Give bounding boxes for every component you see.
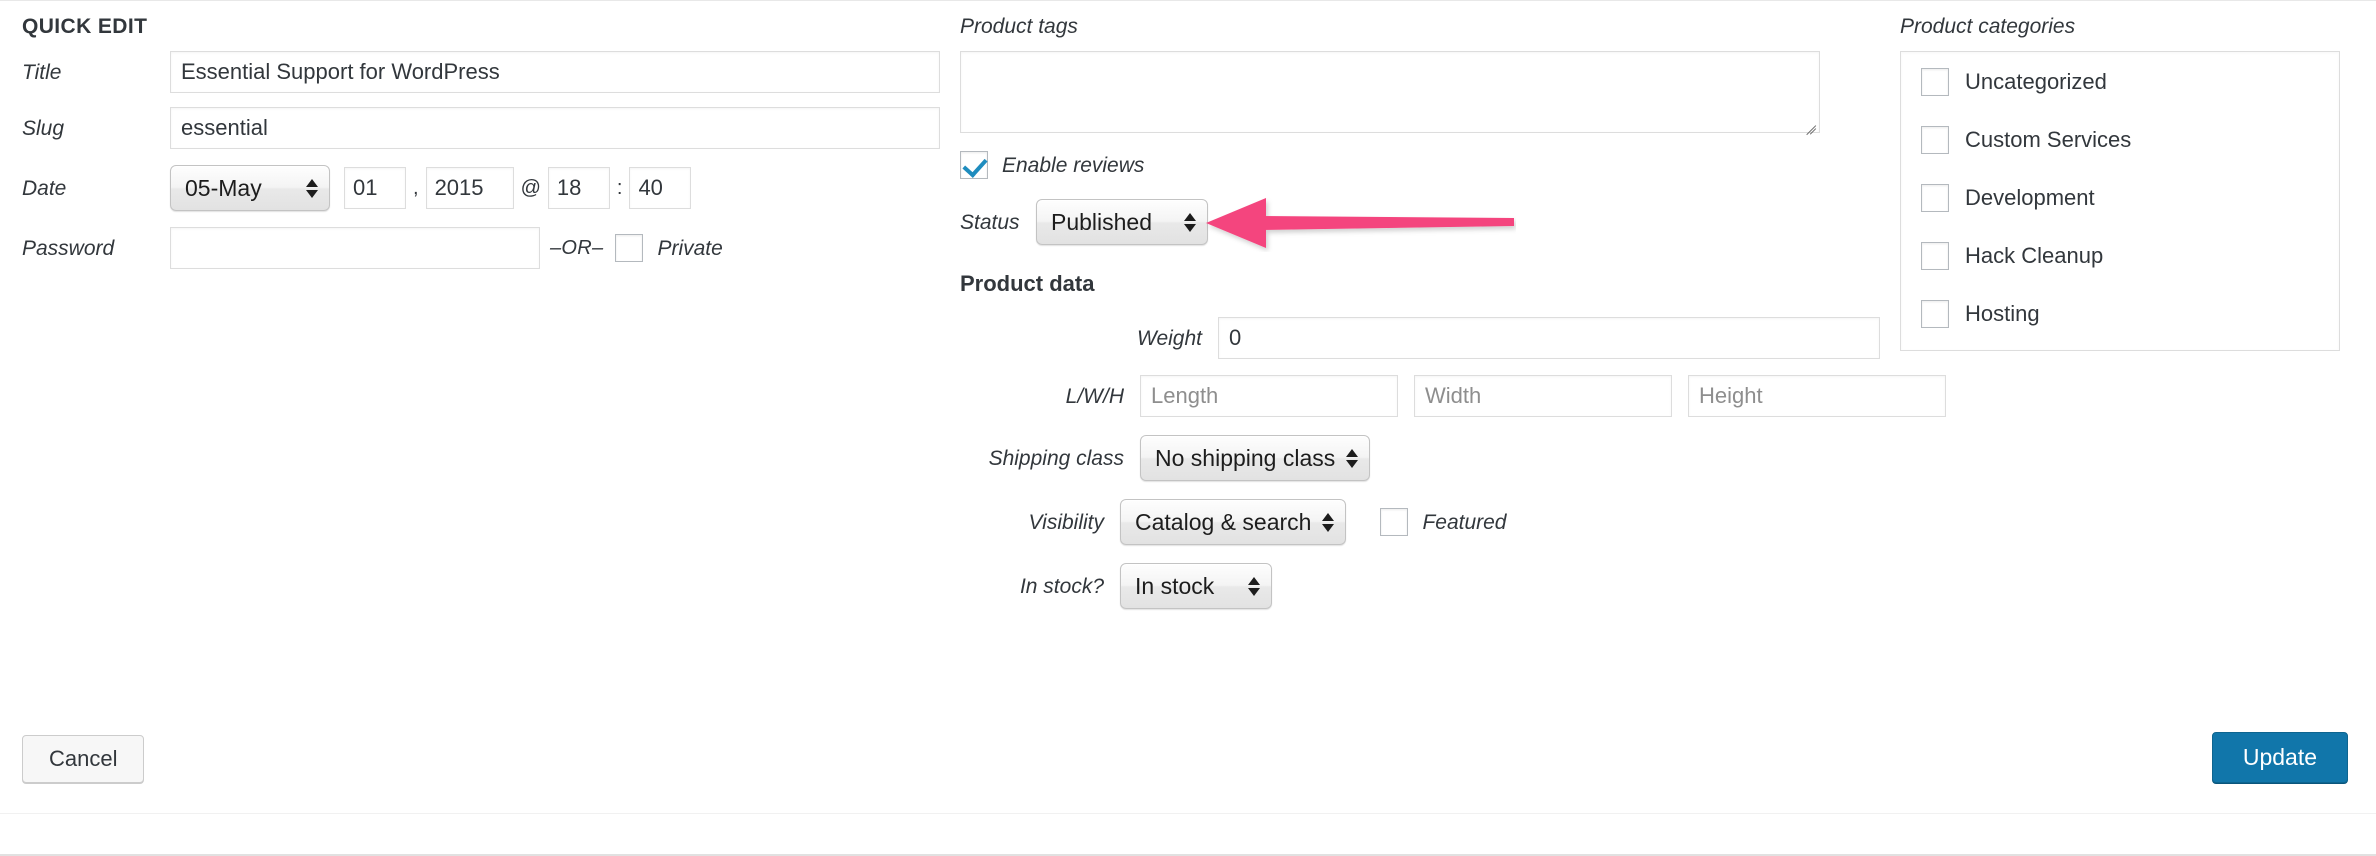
weight-row: Weight [960, 317, 1880, 359]
slug-input[interactable] [170, 107, 940, 149]
chevron-updown-icon [1184, 209, 1196, 235]
in-stock-row: In stock? In stock [960, 563, 1880, 609]
shipping-class-row: Shipping class No shipping class [960, 435, 1880, 481]
category-label: Uncategorized [1965, 71, 2107, 93]
product-tags-field [960, 51, 1820, 133]
date-minute-input[interactable] [629, 167, 691, 209]
shipping-class-label: Shipping class [960, 448, 1140, 469]
category-label: Development [1965, 187, 2095, 209]
lwh-label: L/W/H [960, 386, 1140, 407]
height-input[interactable] [1688, 375, 1946, 417]
date-comma: , [406, 178, 426, 198]
date-hour-input[interactable] [548, 167, 610, 209]
product-tags-label: Product tags [960, 16, 1880, 37]
enable-reviews-row: Enable reviews [960, 151, 1880, 179]
visibility-select[interactable]: Catalog & search [1120, 499, 1346, 545]
visibility-label: Visibility [960, 512, 1120, 533]
or-separator-text: –OR– [550, 237, 603, 260]
chevron-updown-icon [1346, 445, 1358, 471]
slug-row: Slug [22, 107, 952, 149]
date-month-select[interactable]: 05-May [170, 165, 330, 211]
list-item[interactable]: Hack Cleanup [1921, 242, 2339, 270]
category-checkbox-hosting[interactable] [1921, 300, 1949, 328]
date-label: Date [22, 178, 170, 199]
featured-label: Featured [1422, 512, 1506, 533]
in-stock-value: In stock [1135, 575, 1214, 598]
password-row: Password –OR– Private [22, 227, 952, 269]
status-value: Published [1051, 211, 1152, 234]
quick-edit-panel: QUICK EDIT Title Slug Date 05-May , @ : [0, 0, 2376, 856]
enable-reviews-label: Enable reviews [1002, 155, 1144, 176]
product-data-heading: Product data [960, 273, 1880, 295]
status-row: Status Published [960, 199, 1880, 245]
category-label: Hack Cleanup [1965, 245, 2103, 267]
category-checkbox-hack-cleanup[interactable] [1921, 242, 1949, 270]
footer-divider [0, 813, 2376, 814]
title-row: Title [22, 51, 952, 93]
in-stock-select[interactable]: In stock [1120, 563, 1272, 609]
middle-column: Product tags Enable reviews Status Publi… [960, 0, 1880, 609]
password-label: Password [22, 238, 170, 259]
chevron-updown-icon [306, 175, 318, 201]
category-checkbox-uncategorized[interactable] [1921, 68, 1949, 96]
in-stock-label: In stock? [960, 576, 1120, 597]
weight-input[interactable] [1218, 317, 1880, 359]
list-item[interactable]: Development [1921, 184, 2339, 212]
date-colon: : [610, 178, 630, 198]
date-at-symbol: @ [514, 178, 548, 198]
category-label: Hosting [1965, 303, 2040, 325]
chevron-updown-icon [1322, 509, 1334, 535]
date-row: Date 05-May , @ : [22, 165, 952, 211]
slug-label: Slug [22, 118, 170, 139]
title-input[interactable] [170, 51, 940, 93]
featured-checkbox[interactable] [1380, 508, 1408, 536]
category-checkbox-custom-services[interactable] [1921, 126, 1949, 154]
category-label: Custom Services [1965, 129, 2131, 151]
private-label: Private [657, 238, 722, 259]
shipping-class-value: No shipping class [1155, 447, 1335, 470]
width-input[interactable] [1414, 375, 1672, 417]
chevron-updown-icon [1248, 573, 1260, 599]
shipping-class-select[interactable]: No shipping class [1140, 435, 1370, 481]
dimensions-row: L/W/H [960, 375, 1880, 417]
visibility-row: Visibility Catalog & search Featured [960, 499, 1880, 545]
list-item[interactable]: Hosting [1921, 300, 2339, 328]
product-categories-label: Product categories [1900, 16, 2350, 37]
status-label: Status [960, 212, 1036, 233]
product-categories-list[interactable]: Uncategorized Custom Services Developmen… [1900, 51, 2340, 351]
list-item[interactable]: Uncategorized [1921, 68, 2339, 96]
list-item[interactable]: Custom Services [1921, 126, 2339, 154]
quick-edit-heading: QUICK EDIT [22, 16, 952, 37]
date-year-input[interactable] [426, 167, 514, 209]
date-day-input[interactable] [344, 167, 406, 209]
length-input[interactable] [1140, 375, 1398, 417]
update-button[interactable]: Update [2212, 732, 2348, 783]
date-month-value: 05-May [185, 177, 262, 200]
enable-reviews-checkbox[interactable] [960, 151, 988, 179]
category-checkbox-development[interactable] [1921, 184, 1949, 212]
status-select[interactable]: Published [1036, 199, 1208, 245]
title-label: Title [22, 62, 170, 83]
visibility-value: Catalog & search [1135, 511, 1311, 534]
password-input[interactable] [170, 227, 540, 269]
cancel-button[interactable]: Cancel [22, 735, 144, 783]
private-checkbox[interactable] [615, 234, 643, 262]
product-tags-textarea[interactable] [960, 51, 1820, 133]
right-column: Product categories Uncategorized Custom … [1900, 0, 2350, 351]
left-column: QUICK EDIT Title Slug Date 05-May , @ : [22, 0, 952, 269]
weight-label: Weight [960, 328, 1218, 349]
